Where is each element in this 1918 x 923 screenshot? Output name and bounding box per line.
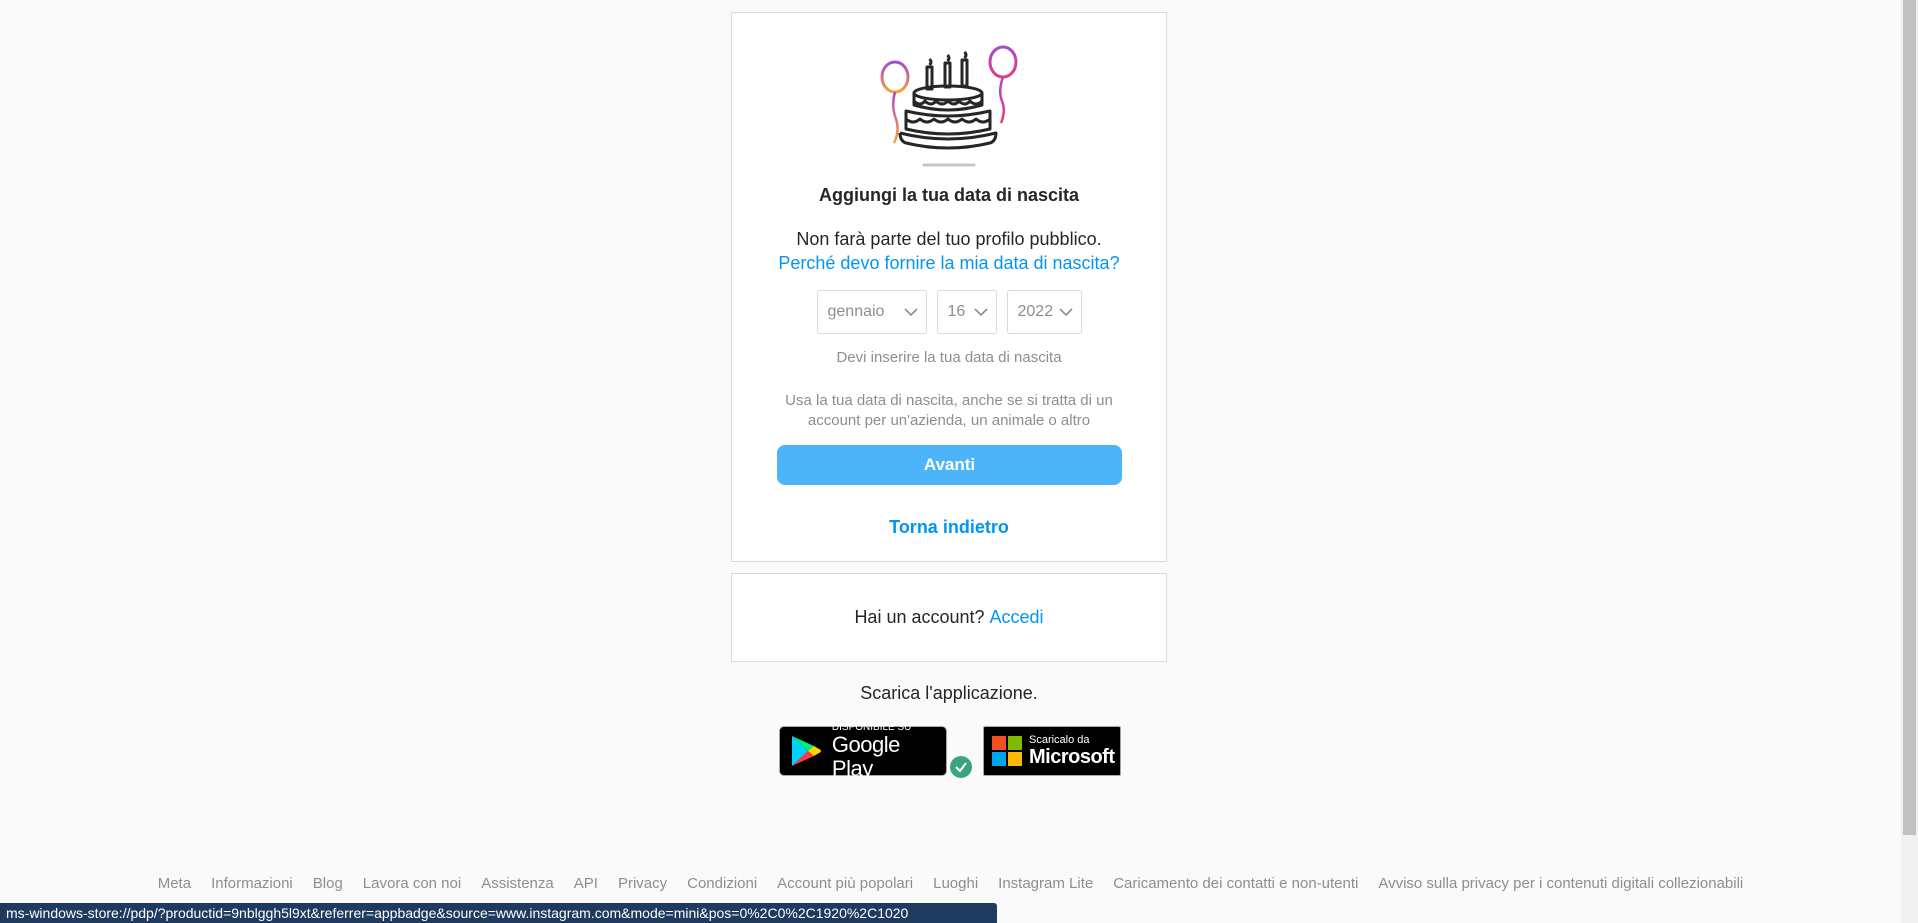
cake-balloons-icon bbox=[880, 45, 1018, 167]
birthday-error-message: Devi inserire la tua data di nascita bbox=[836, 349, 1062, 366]
google-play-badge[interactable]: DISPONIBILE SU Google Play bbox=[779, 722, 947, 780]
chevron-down-icon bbox=[903, 308, 918, 317]
login-card: Hai un account? Accedi bbox=[731, 573, 1167, 662]
footer-link[interactable]: Privacy bbox=[618, 875, 667, 892]
microsoft-logo-icon bbox=[992, 736, 1022, 766]
ms-badge-small: Scaricalo da bbox=[1029, 733, 1090, 746]
day-select[interactable]: 16 bbox=[936, 290, 997, 334]
chevron-down-icon bbox=[973, 308, 988, 317]
day-value: 16 bbox=[947, 303, 966, 320]
birthday-card: Aggiungi la tua data di nascita Non farà… bbox=[731, 12, 1167, 562]
next-button[interactable]: Avanti bbox=[777, 445, 1122, 485]
microsoft-store-badge[interactable]: Scaricalo da Microsoft bbox=[983, 726, 1121, 776]
have-account-text: Hai un account? bbox=[854, 607, 985, 627]
footer-link[interactable]: API bbox=[574, 875, 598, 892]
year-value: 2022 bbox=[1017, 303, 1054, 320]
year-select[interactable]: 2022 bbox=[1006, 290, 1082, 334]
browser-status-bar: ms-windows-store://pdp/?productid=9nblgg… bbox=[0, 903, 997, 923]
footer-link[interactable]: Meta bbox=[158, 875, 191, 892]
login-link[interactable]: Accedi bbox=[990, 607, 1044, 628]
footer-link[interactable]: Blog bbox=[313, 875, 343, 892]
footer-link[interactable]: Instagram Lite bbox=[998, 875, 1093, 892]
privacy-subtitle: Non farà parte del tuo profilo pubblico. bbox=[796, 229, 1102, 249]
footer-link[interactable]: Assistenza bbox=[481, 875, 554, 892]
ms-badge-big: Microsoft bbox=[1029, 745, 1115, 768]
check-icon bbox=[950, 756, 972, 778]
footer-link[interactable]: Account più popolari bbox=[777, 875, 913, 892]
why-birthday-link[interactable]: Perché devo fornire la mia data di nasci… bbox=[732, 253, 1166, 274]
month-select[interactable]: gennaio bbox=[816, 290, 927, 334]
download-app-text: Scarica l'applicazione. bbox=[860, 683, 1038, 703]
google-play-icon bbox=[791, 736, 821, 766]
footer-link[interactable]: Avviso sulla privacy per i contenuti dig… bbox=[1378, 875, 1743, 892]
footer-link[interactable]: Caricamento dei contatti e non-utenti bbox=[1113, 875, 1358, 892]
footer-links: Meta Informazioni Blog Lavora con noi As… bbox=[0, 875, 1901, 892]
google-badge-small: DISPONIBILE SU bbox=[831, 721, 912, 733]
birthday-selects: gennaio 16 2022 bbox=[732, 290, 1166, 334]
go-back-link[interactable]: Torna indietro bbox=[732, 517, 1166, 538]
footer-link[interactable]: Condizioni bbox=[687, 875, 757, 892]
app-badges: DISPONIBILE SU Google Play Scaricalo da … bbox=[779, 722, 1121, 780]
chevron-down-icon bbox=[1058, 308, 1073, 317]
month-value: gennaio bbox=[827, 303, 885, 320]
footer-link[interactable]: Luoghi bbox=[933, 875, 978, 892]
google-badge-big: Google Play bbox=[831, 731, 900, 781]
vertical-scrollbar[interactable] bbox=[1901, 0, 1918, 923]
birthday-illustration bbox=[732, 41, 1166, 171]
birthday-note: Usa la tua data di nascita, anche se si … bbox=[785, 392, 1113, 429]
footer-link[interactable]: Lavora con noi bbox=[363, 875, 461, 892]
footer-link[interactable]: Informazioni bbox=[211, 875, 293, 892]
scrollbar-thumb[interactable] bbox=[1903, 0, 1916, 835]
page-title: Aggiungi la tua data di nascita bbox=[818, 185, 1080, 205]
